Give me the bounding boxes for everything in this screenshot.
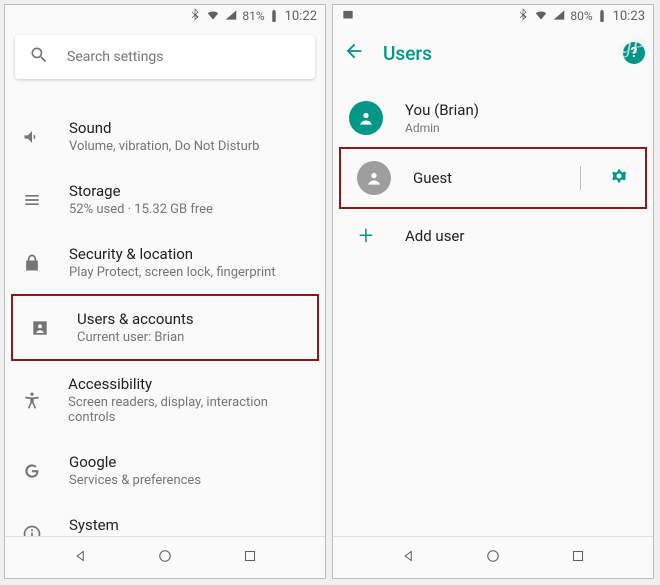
storage-icon: [21, 190, 43, 210]
account-icon: [29, 318, 51, 338]
row-users-accounts[interactable]: Users & accounts Current user: Brian: [11, 294, 319, 361]
bluetooth-icon: [188, 8, 202, 25]
row-sub: 52% used · 15.32 GB free: [69, 202, 213, 217]
row-title: Security & location: [69, 245, 276, 263]
search-icon: [29, 45, 49, 69]
user-title: You (Brian): [405, 101, 637, 119]
divider: [580, 166, 581, 190]
row-accessibility[interactable]: Accessibility Screen readers, display, i…: [5, 361, 325, 439]
row-google[interactable]: Google Services & preferences: [5, 439, 325, 502]
add-user-row[interactable]: + Add user: [333, 209, 653, 263]
row-title: Accessibility: [68, 375, 309, 393]
page-title: Users: [383, 42, 432, 65]
help-button[interactable]: ?: [623, 42, 645, 64]
left-screenshot: 81% 10:22 Search settings Sound Volume, …: [4, 4, 326, 579]
bluetooth-icon: [516, 8, 530, 25]
nav-back-icon[interactable]: [72, 547, 90, 569]
sound-icon: [21, 127, 43, 147]
user-row-you[interactable]: You (Brian) Admin: [333, 89, 653, 147]
row-title: Sound: [69, 119, 259, 137]
back-button[interactable]: [343, 40, 365, 66]
accessibility-icon: [21, 390, 42, 410]
row-sub: Volume, vibration, Do Not Disturb: [69, 139, 259, 154]
nav-bar: [333, 536, 653, 578]
plus-icon: +: [349, 221, 383, 251]
google-icon: [21, 461, 43, 481]
battery-indicator: 81%: [242, 9, 280, 23]
nav-recent-icon[interactable]: [569, 547, 587, 569]
row-title: Storage: [69, 182, 213, 200]
screenshot-notif-icon: [341, 8, 355, 25]
row-sub: Current user: Brian: [77, 330, 194, 345]
nav-bar: [5, 536, 325, 578]
battery-percent: 81%: [242, 9, 264, 23]
user-row-guest[interactable]: Guest: [339, 147, 647, 209]
row-sub: Services & preferences: [69, 473, 201, 488]
nav-home-icon[interactable]: [484, 547, 502, 569]
signal-icon: [224, 8, 238, 25]
row-sound[interactable]: Sound Volume, vibration, Do Not Disturb: [5, 105, 325, 168]
signal-icon: [552, 8, 566, 25]
add-user-label: Add user: [405, 227, 637, 245]
row-system[interactable]: System Languages, time, backup, updates: [5, 502, 325, 536]
nav-back-icon[interactable]: [400, 547, 418, 569]
info-icon: [21, 524, 43, 537]
status-bar: 81% 10:22: [5, 5, 325, 27]
status-bar: 80% 10:23: [333, 5, 653, 27]
avatar-icon: [357, 161, 391, 195]
users-list: You (Brian) Admin Guest + Add user: [333, 79, 653, 536]
battery-indicator: 80%: [570, 9, 608, 23]
user-sub: Admin: [405, 121, 637, 135]
lock-icon: [21, 253, 43, 273]
row-title: System: [69, 516, 265, 534]
nav-home-icon[interactable]: [156, 547, 174, 569]
row-storage[interactable]: Storage 52% used · 15.32 GB free: [5, 168, 325, 231]
app-bar: Users ?: [333, 27, 653, 79]
row-sub: Screen readers, display, interaction con…: [68, 395, 309, 425]
avatar-icon: [349, 101, 383, 135]
wifi-icon: [206, 8, 220, 25]
battery-percent: 80%: [570, 9, 592, 23]
search-settings[interactable]: Search settings: [15, 35, 315, 79]
row-title: Users & accounts: [77, 310, 194, 328]
row-sub: Play Protect, screen lock, fingerprint: [69, 265, 276, 280]
clock: 10:22: [285, 9, 317, 24]
right-screenshot: 80% 10:23 Users ? gP You (Brian) Admin G…: [332, 4, 654, 579]
gear-icon[interactable]: [609, 166, 629, 190]
row-security[interactable]: Security & location Play Protect, screen…: [5, 231, 325, 294]
row-title: Google: [69, 453, 201, 471]
clock: 10:23: [613, 9, 645, 24]
settings-list: Sound Volume, vibration, Do Not Disturb …: [5, 87, 325, 536]
wifi-icon: [534, 8, 548, 25]
nav-recent-icon[interactable]: [241, 547, 259, 569]
search-placeholder: Search settings: [67, 49, 164, 65]
user-title: Guest: [413, 169, 552, 187]
